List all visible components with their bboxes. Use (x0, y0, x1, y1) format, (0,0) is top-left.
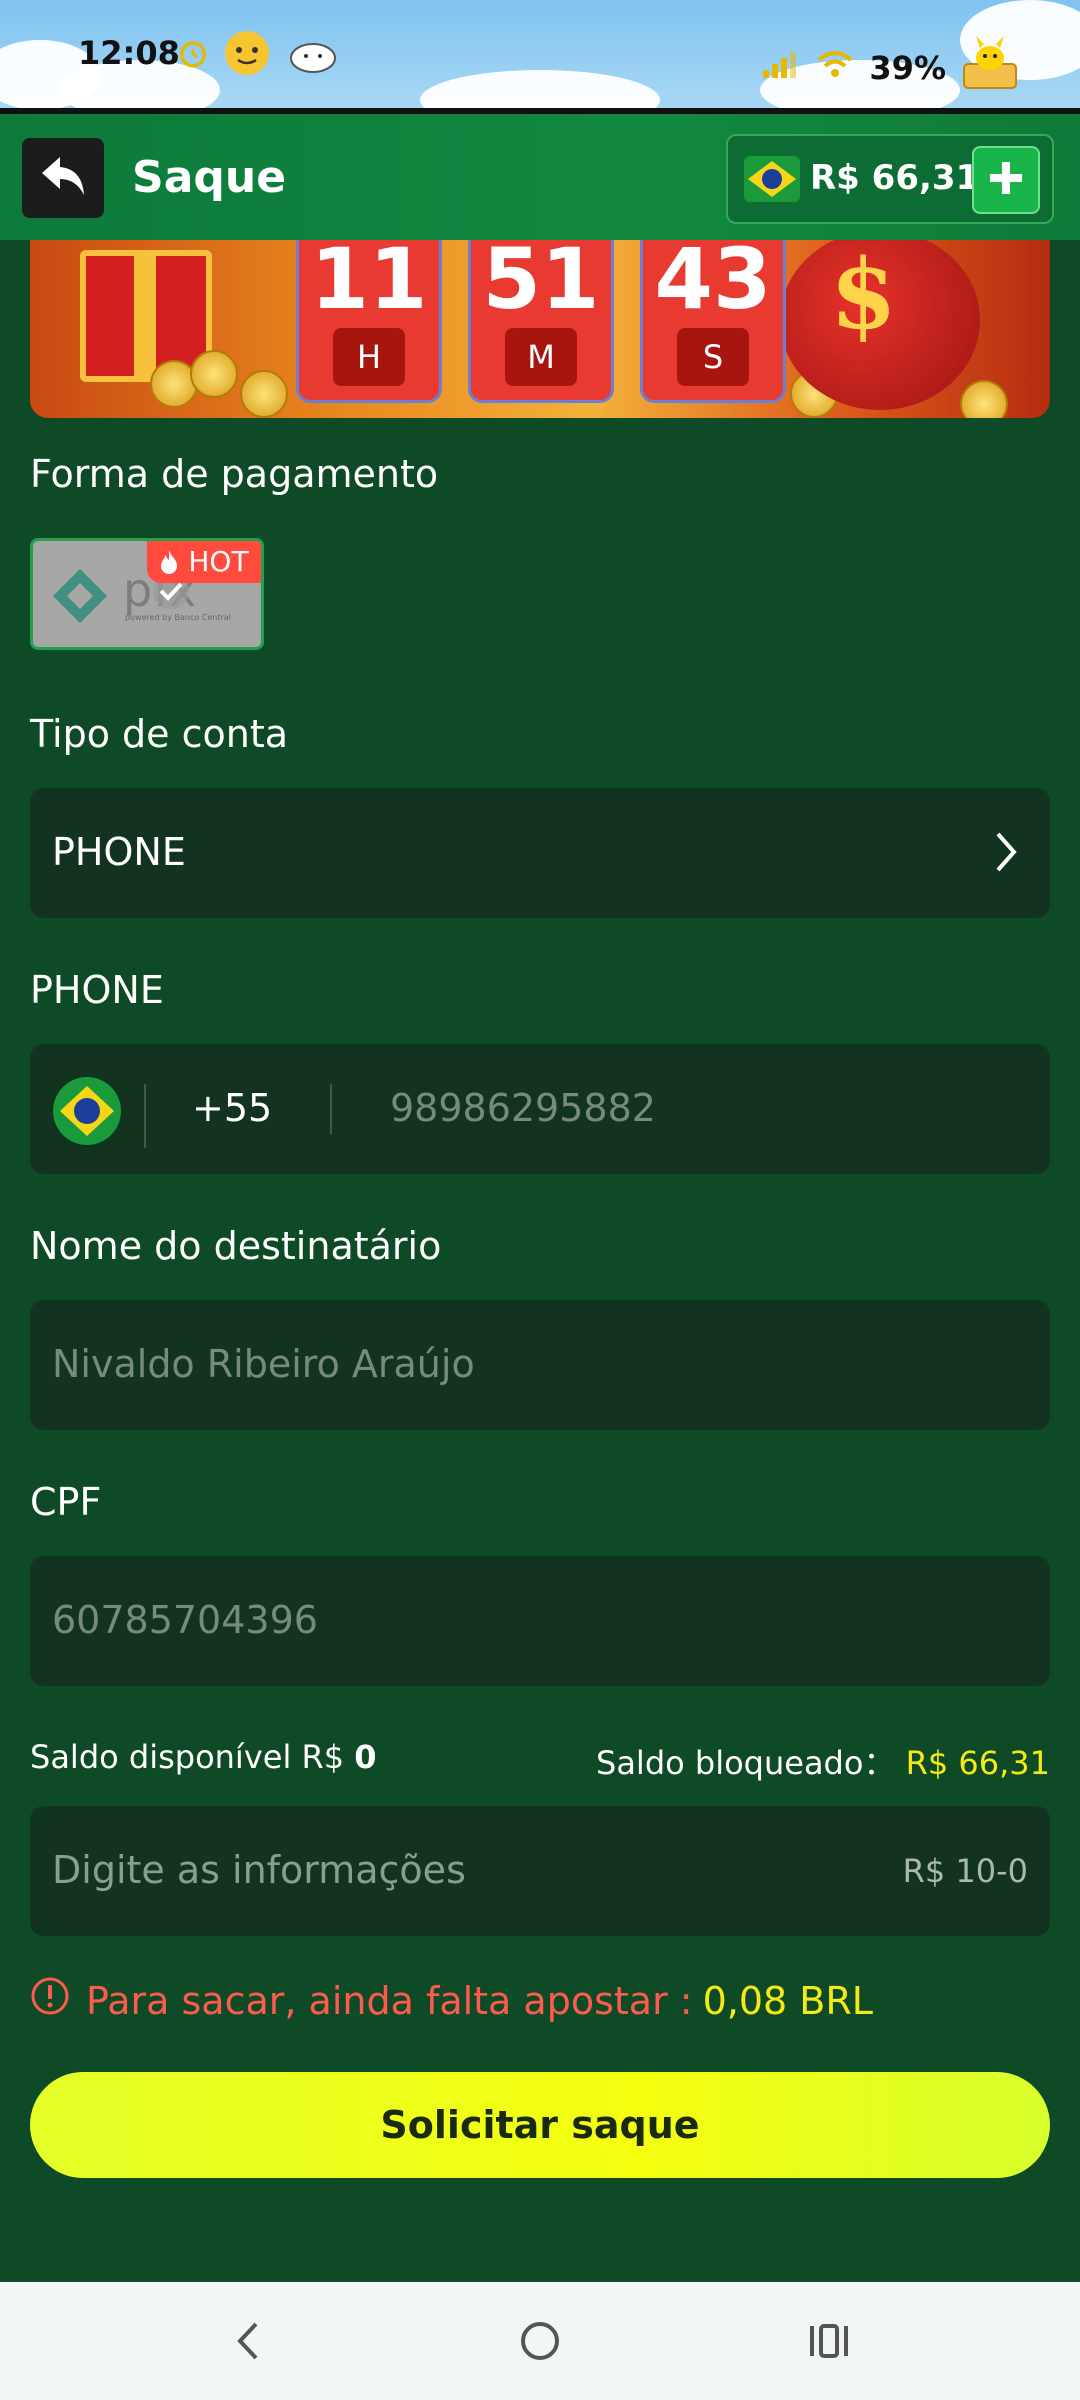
app-header: Saque R$ 66,31 (0, 114, 1080, 240)
coin-decoration (960, 380, 1008, 418)
recipient-label: Nome do destinatário (30, 1224, 442, 1268)
nav-home-icon[interactable] (518, 2316, 562, 2370)
warning-value: 0,08 BRL (702, 1978, 873, 2023)
cpf-label: CPF (30, 1480, 102, 1524)
balance-display[interactable]: R$ 66,31 (726, 134, 1054, 224)
balance-amount: R$ 66,31 (810, 158, 980, 198)
countdown-minutes-unit: M (505, 328, 577, 386)
countdown-minutes: 51 M (468, 240, 614, 403)
blocked-balance-value: R$ 66,31 (905, 1744, 1050, 1782)
cpf-input[interactable]: 60785704396 (30, 1556, 1050, 1686)
brazil-flag-icon (744, 156, 800, 206)
phone-divider (330, 1084, 332, 1134)
countdown-hours-value: 11 (310, 240, 428, 328)
back-arrow-icon (38, 153, 88, 203)
available-balance-label: Saldo disponível R$ (30, 1738, 345, 1776)
account-type-select[interactable]: PHONE (30, 788, 1050, 918)
hot-badge: HOT (147, 541, 261, 583)
countdown-hours: 11 H (296, 240, 442, 403)
alert-circle-icon (30, 1976, 70, 2025)
alarm-icon (176, 36, 210, 74)
countdown-seconds-unit: S (677, 328, 749, 386)
promo-banner[interactable]: $ 11 H 51 M 43 S (30, 240, 1050, 418)
cat-icon (288, 34, 338, 78)
countdown-seconds-value: 43 (654, 240, 772, 328)
nav-recents-icon[interactable] (806, 2316, 852, 2370)
country-code[interactable]: +55 (192, 1086, 272, 1130)
coin-decoration (240, 370, 288, 418)
battery-percent: 39% (869, 49, 946, 87)
brazil-flag-icon[interactable] (52, 1076, 122, 1150)
status-right: 39% (761, 34, 1020, 102)
back-button[interactable] (22, 138, 104, 218)
bet-requirement-warning: Para sacar, ainda falta apostar :0,08 BR… (30, 1976, 873, 2025)
status-time: 12:08 (78, 34, 180, 72)
coin-decoration (190, 350, 238, 398)
recipient-input[interactable]: Nivaldo Ribeiro Araújo (30, 1300, 1050, 1430)
emoji-icon (222, 28, 272, 82)
payment-option-pix[interactable]: pix powered by Banco Central HOT (30, 538, 264, 650)
blocked-balance: Saldo bloqueado： R$ 66,31 (596, 1738, 1050, 1784)
blocked-balance-label: Saldo bloqueado： (596, 1744, 896, 1782)
amount-input[interactable]: Digite as informações R$ 10-0 (30, 1806, 1050, 1936)
flame-icon (159, 545, 188, 578)
amount-range: R$ 10-0 (902, 1852, 1028, 1890)
available-balance: Saldo disponível R$ 0 (30, 1738, 377, 1776)
warning-text: Para sacar, ainda falta apostar : (86, 1978, 693, 2023)
pikachu-battery-icon (960, 34, 1020, 102)
phone-field: +55 98986295882 (30, 1044, 1050, 1174)
phone-divider (144, 1084, 146, 1148)
countdown-hours-unit: H (333, 328, 405, 386)
plus-icon (988, 160, 1024, 200)
account-type-label: Tipo de conta (30, 712, 289, 756)
wifi-icon (815, 48, 855, 88)
countdown-seconds: 43 S (640, 240, 786, 403)
recipient-input-placeholder: Nivaldo Ribeiro Araújo (52, 1342, 475, 1386)
status-bar: 12:08 39% (0, 0, 1080, 130)
request-withdrawal-button[interactable]: Solicitar saque (30, 2072, 1050, 2178)
page-title: Saque (132, 152, 287, 203)
cpf-input-placeholder: 60785704396 (52, 1598, 318, 1642)
phone-label: PHONE (30, 968, 164, 1012)
hot-badge-label: HOT (188, 545, 249, 578)
signal-icon (761, 48, 801, 88)
available-balance-value: 0 (354, 1738, 377, 1776)
amount-input-placeholder: Digite as informações (52, 1848, 466, 1892)
nav-back-icon[interactable] (228, 2316, 268, 2370)
payment-method-label: Forma de pagamento (30, 452, 439, 496)
chevron-right-icon (992, 828, 1022, 880)
money-bag-image: $ (780, 240, 980, 410)
account-type-value: PHONE (52, 830, 186, 874)
countdown-minutes-value: 51 (482, 240, 600, 328)
system-nav-bar (0, 2282, 1080, 2400)
pix-logo-icon (49, 565, 111, 631)
phone-input[interactable]: 98986295882 (390, 1086, 656, 1130)
deposit-plus-button[interactable] (972, 146, 1040, 214)
